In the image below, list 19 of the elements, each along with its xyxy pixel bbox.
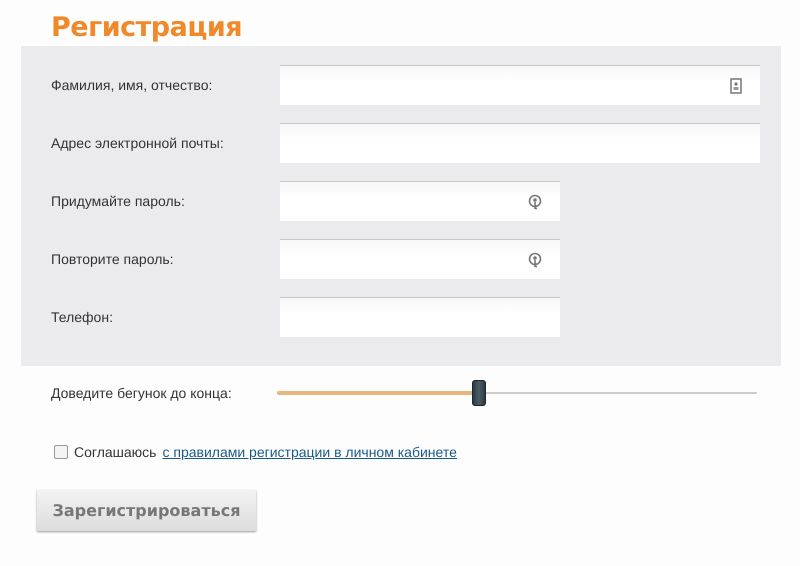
rules-link[interactable]: с правилами регистрации в личном кабинете [162,444,457,460]
agree-checkbox[interactable] [54,445,68,459]
field-label: Телефон: [51,309,114,325]
slider-thumb[interactable] [472,380,486,406]
input-field[interactable] [280,239,560,279]
field-label: Адрес электронной почты: [51,135,225,151]
input-field[interactable] [280,181,560,221]
slider-label: Доведите бегунок до конца: [51,385,233,401]
agree-text: Соглашаюсь [74,444,156,460]
input-field[interactable] [280,297,560,337]
field-label: Придумайте пароль: [51,193,186,209]
page-title: Регистрация [51,12,242,43]
key-icon [528,194,542,210]
input-field[interactable] [280,123,760,163]
key-icon [528,252,542,268]
input-field[interactable] [280,65,760,105]
field-label: Повторите пароль: [51,251,175,267]
contact-card-icon [730,78,742,94]
field-label: Фамилия, имя, отчество: [51,77,214,93]
